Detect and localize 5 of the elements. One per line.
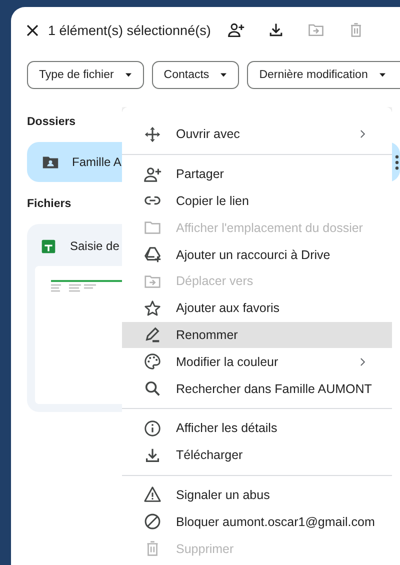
- section-heading: Fichiers: [27, 198, 72, 210]
- section-heading: Dossiers: [27, 116, 76, 128]
- file-name: Saisie de: [70, 239, 120, 253]
- folder-name: Famille A: [72, 155, 122, 169]
- selection-title: 1 élément(s) sélectionné(s): [48, 22, 211, 38]
